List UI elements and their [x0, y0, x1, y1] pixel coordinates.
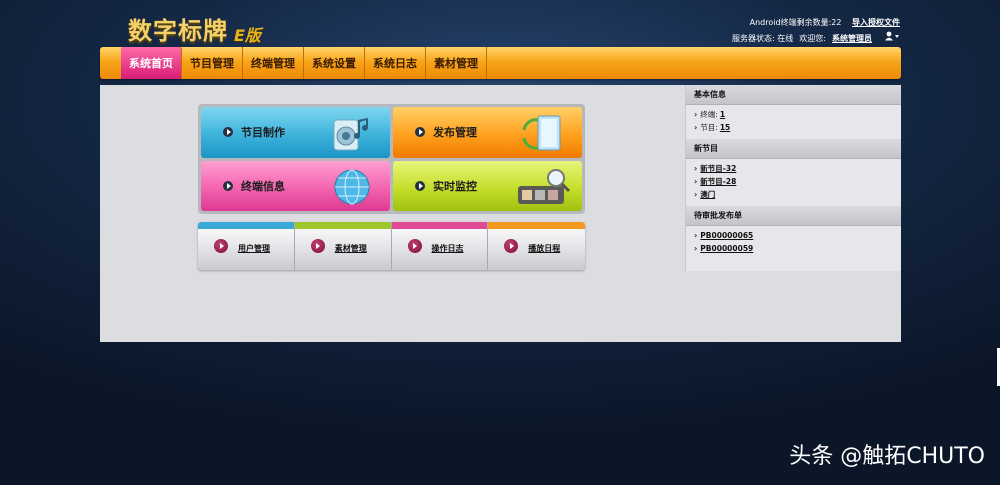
info-row-terminal: › 终端: 1: [694, 108, 901, 121]
quick-link-play-schedule[interactable]: 播放日程: [488, 222, 585, 270]
program-count-link[interactable]: 15: [720, 121, 730, 134]
tile-label: 终端信息: [241, 179, 285, 193]
play-arrow-icon: [407, 239, 422, 253]
admin-user-link[interactable]: 系统管理员: [832, 31, 872, 47]
arrow-icon: [223, 180, 233, 191]
tile-publish-management[interactable]: 发布管理: [393, 107, 582, 158]
list-item: › PB00000059: [694, 242, 901, 255]
terminal-count-link[interactable]: 1: [720, 108, 725, 121]
section-new-programs: › 新节目-32 › 新节目-28 › 澳门: [686, 159, 901, 206]
quick-link-label: 用户管理: [238, 243, 270, 253]
arrow-icon: [415, 180, 425, 191]
dashboard-panel: 节目制作 发布管理 终端信息 实时监控 用户管理 素材管理 操作日志 播放日程: [100, 85, 683, 342]
chevron-right-icon: ›: [694, 164, 698, 173]
globe-icon: [334, 169, 370, 204]
pending-order-link[interactable]: PB00000065: [700, 229, 753, 242]
section-pending-title: 待审批发布单: [686, 206, 901, 226]
pending-order-link[interactable]: PB00000059: [700, 242, 753, 255]
quick-link-material-management[interactable]: 素材管理: [294, 222, 392, 270]
section-basic-info: › 终端: 1 › 节目: 15: [686, 105, 901, 139]
main-nav: 系统首页 节目管理 终端管理 系统设置 系统日志 素材管理: [100, 47, 901, 79]
terminal-label: 终端:: [700, 110, 718, 119]
list-item: › 澳门: [694, 188, 901, 201]
chevron-right-icon: ›: [694, 231, 698, 240]
nav-item-system-settings[interactable]: 系统设置: [304, 47, 365, 79]
quick-link-label: 素材管理: [334, 243, 367, 253]
color-bar: [294, 222, 391, 229]
header-info: Android终端剩余数量:22 导入授权文件 服务器状态: 在线 欢迎您: 系…: [732, 15, 900, 47]
quick-links: 用户管理 素材管理 操作日志 播放日程: [198, 222, 585, 270]
info-sidebar: 基本信息 › 终端: 1 › 节目: 15 新节目 › 新节目-32 › 新节目…: [685, 85, 901, 271]
welcome-text: 欢迎您:: [799, 34, 826, 43]
color-bar: [391, 222, 488, 229]
color-bar: [488, 222, 585, 229]
tile-realtime-monitoring[interactable]: 实时监控: [393, 160, 582, 211]
list-item: › 新节目-28: [694, 175, 901, 188]
nav-item-program-management[interactable]: 节目管理: [182, 47, 243, 79]
arrow-icon: [223, 127, 233, 138]
server-status: 服务器状态: 在线: [732, 34, 794, 43]
nav-item-terminal-management[interactable]: 终端管理: [243, 47, 304, 79]
logo-text: 数字标牌: [128, 16, 228, 45]
nav-item-system-log[interactable]: 系统日志: [365, 47, 426, 79]
list-item: › PB00000065: [694, 229, 901, 242]
app-logo: 数字标牌 E版: [128, 12, 261, 46]
chevron-right-icon: ›: [694, 244, 698, 253]
terminal-count-label: Android终端剩余数量:22: [749, 18, 842, 27]
watermark: 头条 @触拓CHUTO: [789, 444, 985, 469]
tile-terminal-info[interactable]: 终端信息: [201, 160, 390, 211]
chevron-right-icon: ›: [694, 123, 698, 132]
program-label: 节目:: [700, 123, 718, 132]
color-bar: [198, 222, 294, 229]
nav-item-material-management[interactable]: 素材管理: [426, 47, 487, 79]
speaker-music-icon: [333, 118, 368, 151]
quick-link-label: 操作日志: [431, 243, 464, 253]
chevron-right-icon: ›: [694, 110, 698, 119]
monitor-magnifier-icon: [518, 168, 571, 204]
publish-screen-icon: [522, 115, 561, 151]
arrow-icon: [415, 127, 425, 138]
chevron-right-icon: ›: [694, 190, 698, 199]
section-new-programs-title: 新节目: [686, 139, 901, 159]
import-license-link[interactable]: 导入授权文件: [852, 18, 900, 27]
tile-label: 节目制作: [241, 126, 285, 140]
tile-label: 发布管理: [433, 126, 477, 140]
new-program-link[interactable]: 澳门: [700, 188, 715, 201]
new-program-link[interactable]: 新节目-28: [700, 175, 736, 188]
tile-label: 实时监控: [433, 179, 477, 193]
play-arrow-icon: [504, 239, 519, 253]
tile-program-production[interactable]: 节目制作: [201, 107, 390, 158]
play-arrow-icon: [214, 239, 228, 253]
main-content: 节目制作 发布管理 终端信息 实时监控 用户管理 素材管理 操作日志 播放日程 …: [100, 85, 901, 342]
play-arrow-icon: [310, 239, 325, 253]
quick-link-label: 播放日程: [528, 243, 561, 253]
logo-badge: E版: [234, 26, 261, 45]
nav-item-home[interactable]: 系统首页: [121, 47, 182, 79]
quick-link-operation-log[interactable]: 操作日志: [391, 222, 489, 270]
section-pending: › PB00000065 › PB00000059: [686, 226, 901, 260]
info-row-program: › 节目: 15: [694, 121, 901, 134]
chevron-right-icon: ›: [694, 177, 698, 186]
new-program-link[interactable]: 新节目-32: [700, 162, 736, 175]
user-menu-icon[interactable]: [884, 31, 900, 47]
feature-tiles: 节目制作 发布管理 终端信息 实时监控: [198, 104, 585, 214]
list-item: › 新节目-32: [694, 162, 901, 175]
section-basic-info-title: 基本信息: [686, 85, 901, 105]
quick-link-user-management[interactable]: 用户管理: [198, 222, 295, 270]
